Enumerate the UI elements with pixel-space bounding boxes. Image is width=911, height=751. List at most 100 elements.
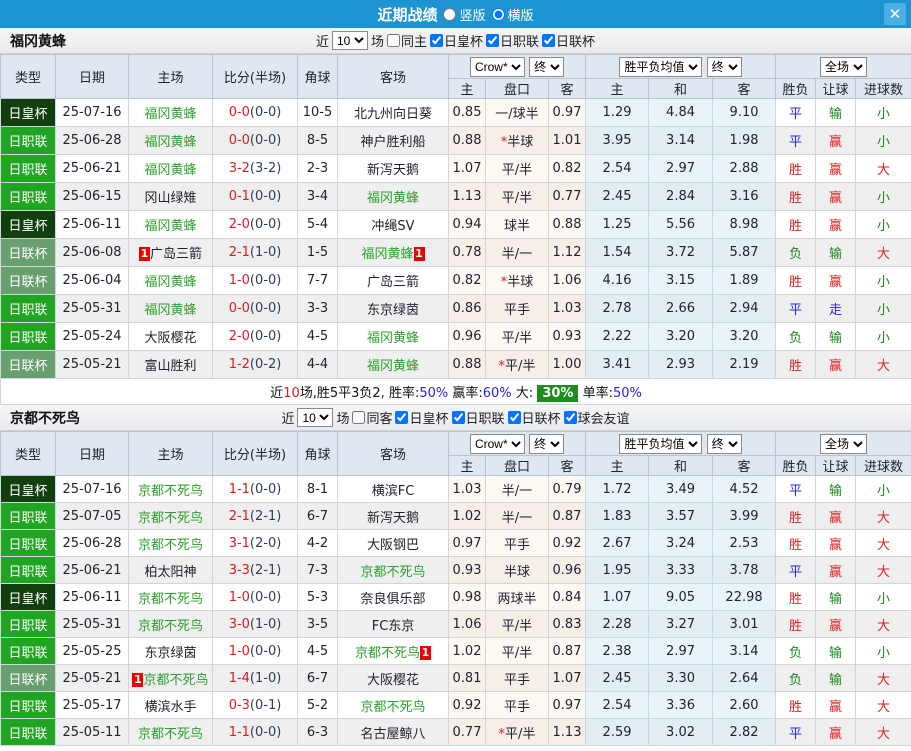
result-verdict: 胜 [775,583,817,611]
match-date: 25-05-31 [55,610,129,638]
home-odds: 0.85 [448,98,486,127]
match-row: 日职联 25-05-25 东京绿茵 1-0(0-0) 4-5 京都不死鸟 1 1.02 平/半 0… [0,637,911,665]
league-checkbox[interactable] [507,411,521,424]
home-odds: 0.86 [448,294,486,323]
team-name: 京都不死鸟 [10,410,80,427]
league-checkbox[interactable] [542,34,556,47]
avg-select[interactable]: 胜平负均值 [619,433,703,454]
handicap-verdict: 输 [815,664,857,692]
league-checkbox[interactable] [395,411,409,424]
handicap-verdict: 输 [815,637,857,665]
league-filter-option[interactable]: 日联杯 [507,408,561,427]
league-filter-option[interactable]: 日职联 [451,408,505,427]
league-filter-option[interactable]: 日皇杯 [395,408,449,427]
league-checkbox[interactable] [486,34,500,47]
handicap-value: 半/一 [501,247,533,262]
odds-final-select[interactable]: 终 [529,433,565,454]
avg-select[interactable]: 胜平负均值 [619,56,703,77]
scope-group-header: 全场 [775,54,911,79]
vertical-radio[interactable] [443,7,457,21]
red-card-badge: 1 [413,247,425,261]
corner-count: 4-2 [297,529,338,557]
avg-draw-odds: 3.33 [648,556,714,584]
avg-home-odds: 1.29 [585,98,650,127]
avg-home-odds: 1.95 [585,556,650,584]
league-checkbox[interactable] [451,411,465,424]
avg-away-odds: 5.87 [712,238,777,267]
match-count-select[interactable]: 10 [331,31,368,50]
league-filter-option[interactable]: 球会友谊 [563,408,630,427]
layout-horizontal-option[interactable]: 横版 [491,5,534,24]
col-type: 类型 [0,54,56,99]
home-team-cell: 富山胜利 [128,350,213,379]
scope-select[interactable]: 全场 [820,56,868,77]
avg-final-select[interactable]: 终 [706,56,742,77]
home-odds: 1.07 [448,154,486,183]
league-checkbox[interactable] [563,411,577,424]
match-row: 日职联 25-05-24 大阪樱花 2-0(0-0) 4-5 福冈黄蜂 0.96 平/半 0.9… [0,322,911,351]
avg-away-odds: 2.60 [712,691,777,719]
away-team-name: 名古屋鲸八 [360,726,426,742]
away-odds: 0.87 [547,637,587,665]
away-team-name: 奈良俱乐部 [360,591,426,607]
league-label: 日联杯 [556,35,596,50]
fulltime-score: 1-4 [228,670,250,686]
home-odds: 0.88 [448,126,486,155]
sub-col-header: 和 [648,78,714,99]
match-count-select[interactable]: 10 [297,408,334,427]
corner-count: 4-5 [297,322,338,351]
same-venue-checkbox[interactable] [386,34,400,47]
team-section: 京都不死鸟近 10 场同客 日皇杯 日职联 日联杯 球会友谊 类型 日期 主场 比分(半场) 角球 客场… [0,405,911,746]
league-label: 日皇杯 [409,412,449,427]
match-row: 日职联 25-05-31 福冈黄蜂 0-0(0-0) 3-3 东京绿茵 0.86 平手 1.03… [0,294,911,323]
match-type-badge: 日职联 [0,154,56,183]
league-checkbox[interactable] [430,34,443,47]
match-date: 25-07-16 [55,98,129,127]
league-filter-option[interactable]: 日职联 [486,31,539,50]
avg-home-odds: 2.54 [585,154,650,183]
odds-provider-select[interactable]: Crow* [469,433,525,454]
close-button[interactable]: ✕ [884,3,906,25]
handicap-cell: 平/半 [485,637,549,665]
sub-col-header: 客 [712,455,777,476]
league-filter-option[interactable]: 日联杯 [542,31,595,50]
fulltime-score: 0-0 [228,133,250,148]
page-title: 近期战绩 [377,5,438,24]
score-cell: 3-2(3-2) [212,154,298,183]
odds-provider-select[interactable]: Crow* [469,56,525,77]
result-verdict: 胜 [775,210,817,239]
goals-verdict: 大 [855,718,911,746]
layout-vertical-option[interactable]: 竖版 [443,5,486,24]
avg-away-odds: 3.01 [712,610,777,638]
odds-final-select[interactable]: 终 [529,56,565,77]
handicap-value: 两球半 [497,591,537,607]
away-team-cell: 横滨FC [337,475,449,503]
home-team-cell: 冈山绿雉 [128,182,213,211]
away-team-cell: 福冈黄蜂 [337,182,449,211]
match-type-badge: 日联杯 [0,664,56,692]
handicap-cell: 平手 [485,529,549,557]
match-date: 25-05-21 [55,664,129,692]
avg-away-odds: 2.94 [712,294,777,323]
avg-draw-odds: 5.56 [648,210,714,239]
handicap-verdict: 赢 [815,182,857,211]
match-type-badge: 日联杯 [0,238,56,267]
fulltime-score: 3-0 [228,616,250,632]
avg-away-odds: 2.19 [712,350,777,379]
handicap-value: 平手 [503,303,530,318]
league-filter-option[interactable]: 日皇杯 [430,31,483,50]
avg-final-select[interactable]: 终 [706,433,742,454]
scope-select[interactable]: 全场 [820,433,868,454]
match-date: 25-05-31 [55,294,129,323]
fulltime-score: 1-1 [228,724,250,740]
sub-col-header: 主 [448,78,486,99]
home-team-name: 京都不死鸟 [143,672,209,688]
horizontal-radio[interactable] [491,7,505,21]
same-venue-checkbox[interactable] [352,411,366,424]
same-venue-option[interactable]: 同主 [386,31,427,50]
match-row: 日职联 25-07-05 京都不死鸟 2-1(2-1) 6-7 新泻天鹅 1.02 半/一 0.… [0,502,911,530]
corner-count: 4-4 [297,350,338,379]
handicap-value: 平/半 [501,645,533,661]
same-venue-option[interactable]: 同客 [352,408,392,427]
result-verdict: 平 [775,294,817,323]
